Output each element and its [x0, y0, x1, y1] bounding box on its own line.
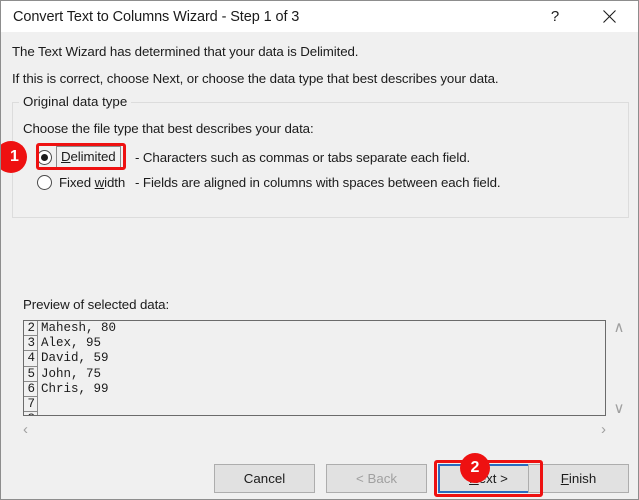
preview-row-number: 3 — [24, 336, 38, 352]
close-icon[interactable] — [586, 1, 632, 32]
preview-vertical-scrollbar[interactable]: ∧ ∨ — [609, 320, 629, 416]
convert-text-to-columns-wizard-dialog: Convert Text to Columns Wizard - Step 1 … — [0, 0, 639, 500]
preview-row-text — [38, 412, 41, 415]
preview-row-number: 7 — [24, 396, 38, 413]
preview-row-text: David, 59 — [41, 351, 109, 366]
preview-row-text: Alex, 95 — [41, 336, 102, 351]
preview-horizontal-scrollbar[interactable]: ‹ › — [23, 418, 606, 440]
help-icon[interactable]: ? — [532, 1, 578, 32]
intro-line-1: The Text Wizard has determined that your… — [12, 44, 359, 59]
radio-delimited-description: - Characters such as commas or tabs sepa… — [135, 150, 471, 165]
step-badge-2: 2 — [460, 453, 490, 483]
window-title: Convert Text to Columns Wizard - Step 1 … — [13, 8, 300, 25]
preview-row-text: John, 75 — [41, 366, 102, 381]
finish-button[interactable]: Finish — [528, 464, 629, 493]
preview-pane[interactable]: 2 Mahesh, 80 3 Alex, 95 4 David, 59 5 Jo… — [23, 320, 606, 416]
radio-delimited-label: Delimited — [61, 148, 116, 164]
cancel-button[interactable]: Cancel — [214, 464, 315, 493]
preview-row-number: 2 — [24, 321, 38, 337]
help-glyph: ? — [550, 8, 560, 25]
preview-row-number: 5 — [24, 366, 38, 382]
finish-button-label: Finish — [560, 471, 597, 486]
scroll-left-icon[interactable]: ‹ — [23, 422, 28, 437]
preview-row-number: 6 — [24, 381, 38, 397]
choose-file-type-instruction: Choose the file type that best describes… — [23, 121, 314, 136]
preview-row-number: 8 — [24, 412, 38, 415]
radio-fixed-width-label: Fixed width — [59, 174, 126, 190]
scroll-down-icon[interactable]: ∨ — [614, 401, 625, 416]
back-button[interactable]: < Back — [326, 464, 427, 493]
scroll-right-icon[interactable]: › — [601, 422, 606, 437]
radio-fixed-width[interactable]: Fixed width — [37, 171, 125, 193]
preview-label: Preview of selected data: — [23, 297, 170, 312]
preview-row-text: Chris, 99 — [41, 381, 109, 396]
title-bar: Convert Text to Columns Wizard - Step 1 … — [1, 1, 638, 32]
scroll-up-icon[interactable]: ∧ — [614, 320, 625, 335]
intro-line-2: If this is correct, choose Next, or choo… — [12, 71, 499, 86]
preview-row: 8 — [24, 412, 605, 415]
radio-delimited-focus-rect: Delimited — [56, 145, 121, 169]
radio-fixed-width-mark[interactable] — [37, 174, 52, 190]
preview-row: 6 Chris, 99 — [24, 381, 605, 397]
radio-delimited[interactable]: Delimited — [37, 145, 121, 169]
dialog-body: The Text Wizard has determined that your… — [1, 32, 638, 499]
close-glyph — [602, 10, 616, 23]
preview-row-text: Mahesh, 80 — [41, 321, 117, 335]
preview-row: 2 Mahesh, 80 — [24, 321, 605, 337]
preview-row: 7 — [24, 396, 605, 413]
preview-row-number: 4 — [24, 351, 38, 367]
original-data-type-label: Original data type — [19, 94, 132, 109]
preview-row-text — [38, 397, 41, 412]
radio-delimited-mark[interactable] — [37, 149, 52, 165]
preview-row: 5 John, 75 — [24, 366, 605, 382]
preview-row: 3 Alex, 95 — [24, 336, 605, 352]
preview-row: 4 David, 59 — [24, 351, 605, 367]
radio-fixed-width-description: - Fields are aligned in columns with spa… — [135, 175, 501, 190]
